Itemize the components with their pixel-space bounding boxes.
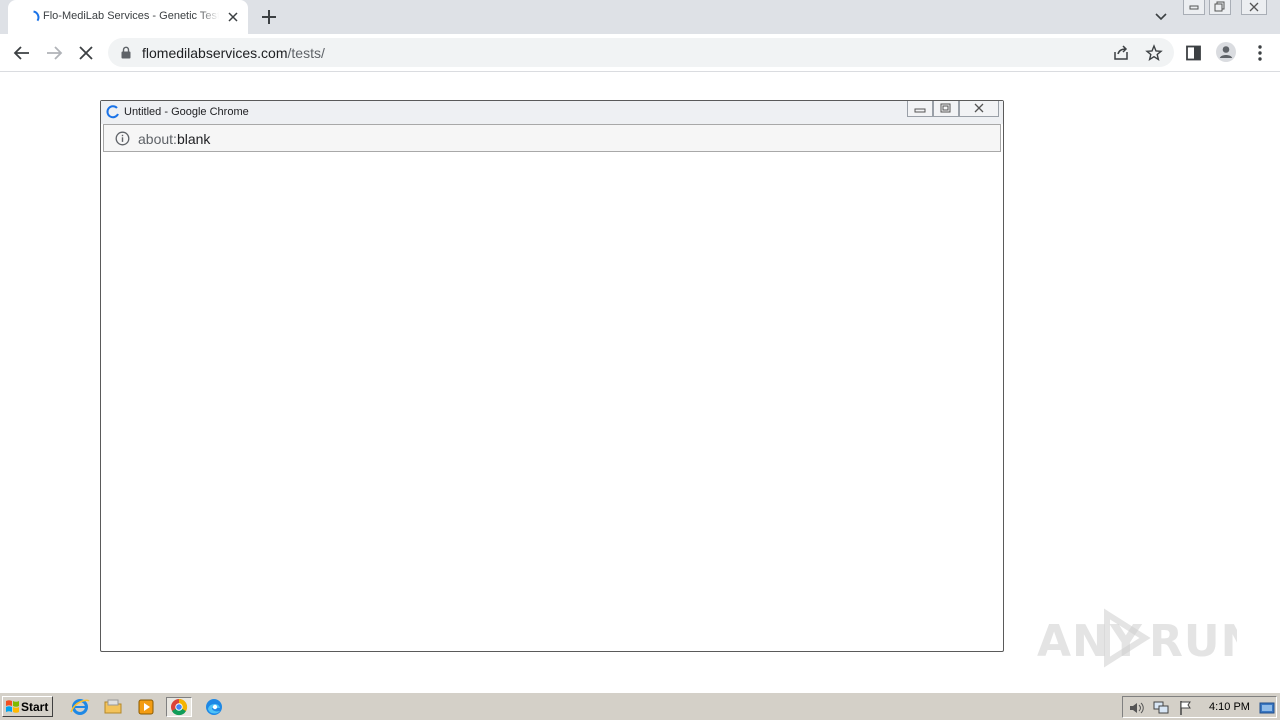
back-arrow-icon[interactable] xyxy=(12,43,32,63)
more-menu-icon[interactable] xyxy=(1250,43,1270,63)
minimize-icon xyxy=(914,108,926,113)
share-icon[interactable] xyxy=(1112,44,1130,62)
minimize-button[interactable] xyxy=(1183,0,1205,15)
browser-toolbar: flomedilabservices.com/tests/ xyxy=(0,34,1280,72)
popup-window-title: Untitled - Google Chrome xyxy=(124,106,249,118)
start-button[interactable]: Start xyxy=(2,696,53,717)
url-text: flomedilabservices.com/tests/ xyxy=(142,45,325,61)
media-player-icon xyxy=(138,699,154,715)
info-icon[interactable] xyxy=(115,131,130,146)
restore-button[interactable] xyxy=(1209,0,1231,15)
url-path: /tests/ xyxy=(287,45,325,61)
maximize-icon xyxy=(940,103,951,113)
tab-title: Flo-MediLab Services - Genetic Tests xyxy=(43,10,219,22)
popup-maximize-button[interactable] xyxy=(933,101,959,117)
new-tab-icon[interactable] xyxy=(260,8,278,26)
taskbar-chrome[interactable] xyxy=(166,697,192,717)
volume-icon[interactable] xyxy=(1128,700,1146,716)
browser-tab[interactable]: Flo-MediLab Services - Genetic Tests xyxy=(8,0,248,34)
svg-text:RUN: RUN xyxy=(1149,616,1237,667)
loading-spinner-icon xyxy=(33,10,40,22)
show-desktop-icon[interactable] xyxy=(1259,700,1275,716)
profile-avatar-icon[interactable] xyxy=(1215,41,1237,63)
stop-loading-icon[interactable] xyxy=(76,43,96,63)
action-center-flag-icon[interactable] xyxy=(1177,700,1195,716)
watermark-logo-icon: ANY RUN xyxy=(1037,608,1257,668)
taskbar: Start 4:10 PM xyxy=(0,692,1280,720)
start-label: Start xyxy=(21,700,49,714)
popup-url-rest: blank xyxy=(176,131,211,147)
popup-url-scheme: about: xyxy=(138,131,177,147)
bookmark-star-icon[interactable] xyxy=(1145,44,1163,62)
chrome-icon xyxy=(171,698,188,716)
popup-titlebar[interactable]: Untitled - Google Chrome xyxy=(101,101,1003,124)
internet-explorer-icon xyxy=(70,699,90,715)
close-window-button[interactable] xyxy=(1241,0,1267,15)
network-icon[interactable] xyxy=(1152,700,1170,716)
window-controls xyxy=(1183,0,1273,16)
close-icon xyxy=(1249,2,1259,12)
anyrun-watermark: ANY RUN xyxy=(1037,606,1257,672)
clock[interactable]: 4:10 PM xyxy=(1209,701,1250,713)
file-explorer-icon xyxy=(104,699,122,714)
popup-window-controls xyxy=(907,101,999,118)
minimize-icon xyxy=(1189,5,1199,10)
forward-arrow-icon[interactable] xyxy=(44,43,64,63)
close-tab-icon[interactable] xyxy=(226,10,240,24)
popup-close-button[interactable] xyxy=(959,101,999,117)
tab-strip: Flo-MediLab Services - Genetic Tests xyxy=(0,0,1280,34)
popup-address-bar[interactable]: about:blank xyxy=(103,124,1001,152)
close-icon xyxy=(974,103,984,113)
taskbar-edge[interactable] xyxy=(203,697,225,717)
loading-spinner-icon xyxy=(106,105,119,119)
system-tray: 4:10 PM xyxy=(1122,696,1277,718)
edge-icon xyxy=(206,699,222,715)
taskbar-media-player[interactable] xyxy=(135,697,157,717)
taskbar-file-explorer[interactable] xyxy=(102,697,124,717)
url-host: flomedilabservices.com xyxy=(142,45,288,61)
side-panel-icon[interactable] xyxy=(1184,43,1204,63)
lock-icon[interactable] xyxy=(120,46,132,59)
taskbar-internet-explorer[interactable] xyxy=(69,697,91,717)
address-bar[interactable]: flomedilabservices.com/tests/ xyxy=(108,38,1174,67)
popup-minimize-button[interactable] xyxy=(907,101,933,117)
chevron-down-icon[interactable] xyxy=(1153,10,1169,24)
restore-icon xyxy=(1214,1,1225,12)
popup-url-text: about:blank xyxy=(138,131,210,147)
windows-logo-icon xyxy=(6,700,19,713)
popup-window[interactable]: Untitled - Google Chrome about:blank xyxy=(100,100,1004,652)
